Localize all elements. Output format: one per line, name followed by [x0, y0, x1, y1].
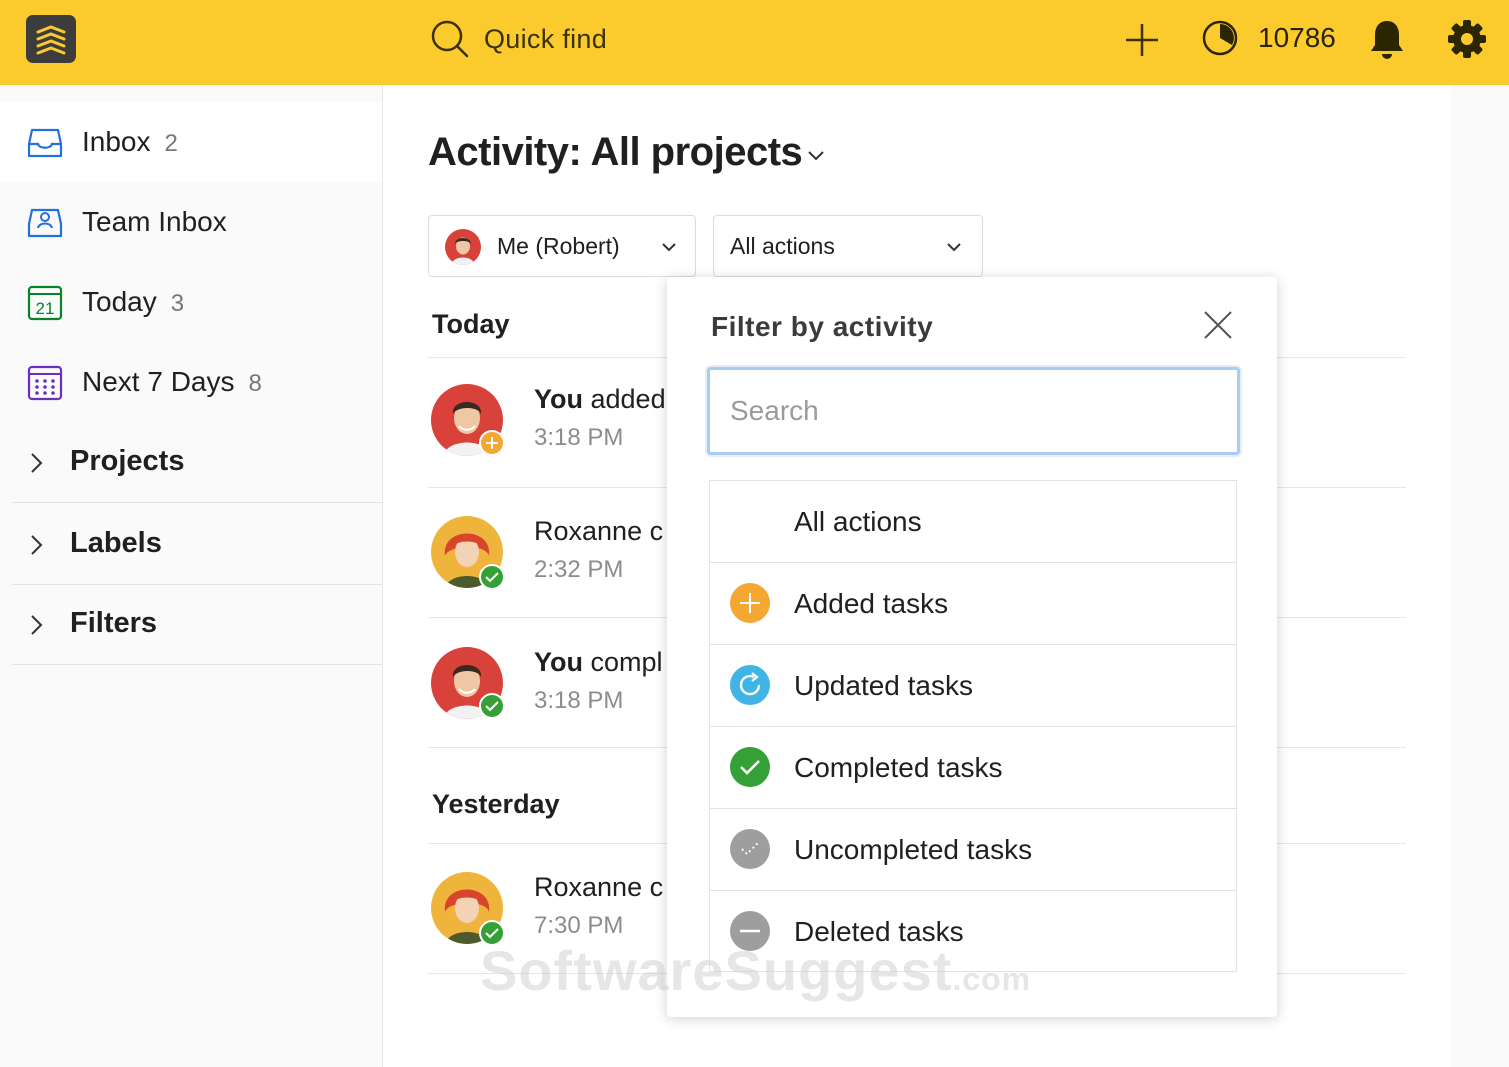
chevron-right-icon — [31, 615, 43, 635]
activity-text: Roxanne c — [534, 516, 664, 546]
option-label: All actions — [794, 506, 922, 537]
option-label: Completed tasks — [794, 752, 1003, 783]
sidebar: Inbox 2 Team Inbox 21 Today 3 Next 7 Days 8 — [0, 85, 383, 1067]
gear-icon — [1448, 20, 1486, 58]
option-completed-tasks[interactable]: Completed tasks — [710, 727, 1236, 809]
page-title: Activity: All projects — [428, 130, 803, 174]
sidebar-section-labels[interactable]: Labels — [12, 505, 382, 585]
bell-icon — [1371, 21, 1403, 59]
calendar-day-number: 21 — [36, 299, 55, 318]
sidebar-item-label: Team Inbox — [82, 206, 227, 237]
minus-circle-icon — [730, 911, 770, 951]
check-icon — [479, 920, 505, 946]
action-filter-value: All actions — [730, 233, 835, 259]
option-deleted-tasks[interactable]: Deleted tasks — [710, 891, 1236, 971]
option-label: Added tasks — [794, 588, 949, 619]
avatar — [445, 229, 481, 265]
right-gutter — [1451, 85, 1509, 1067]
option-added-tasks[interactable]: Added tasks — [710, 563, 1236, 645]
filter-by-activity-popover: Filter by activity All actions Added tas… — [667, 277, 1277, 1017]
sidebar-item-next-7-days[interactable]: Next 7 Days 8 — [0, 342, 382, 422]
activity-search-input[interactable] — [707, 367, 1240, 455]
sidebar-item-count: 8 — [248, 370, 262, 397]
activity-actor: You — [534, 647, 583, 677]
day-heading: Yesterday — [432, 789, 560, 819]
activity-text: Roxanne c — [534, 872, 664, 902]
refresh-circle-icon — [730, 665, 770, 705]
activity-item[interactable]: Roxanne c 2:32 PM — [428, 516, 668, 616]
popover-title: Filter by activity — [711, 311, 934, 342]
plus-icon — [479, 430, 505, 456]
app-logo-icon[interactable] — [26, 15, 76, 63]
activity-time: 3:18 PM — [534, 687, 624, 714]
plus-icon — [1126, 24, 1158, 56]
section-label: Labels — [70, 527, 162, 559]
option-updated-tasks[interactable]: Updated tasks — [710, 645, 1236, 727]
team-inbox-icon — [27, 208, 63, 238]
sidebar-item-label: Today — [82, 286, 157, 317]
sidebar-item-today[interactable]: 21 Today 3 — [0, 262, 382, 342]
check-circle-icon — [730, 747, 770, 787]
chevron-right-icon — [31, 453, 43, 473]
option-all-actions[interactable]: All actions — [710, 481, 1236, 563]
user-filter-dropdown[interactable]: Me (Robert) — [428, 215, 696, 277]
option-label: Uncompleted tasks — [794, 834, 1033, 865]
chevron-down-icon — [662, 243, 676, 252]
option-uncompleted-tasks[interactable]: Uncompleted tasks — [710, 809, 1236, 891]
activity-actor: You — [534, 384, 583, 414]
activity-item[interactable]: Roxanne c 7:30 PM — [428, 872, 668, 972]
chevron-down-icon[interactable] — [806, 146, 826, 166]
calendar-week-icon — [27, 365, 63, 401]
user-filter-value: Me (Robert) — [497, 233, 620, 259]
close-icon[interactable] — [1202, 309, 1234, 341]
sidebar-item-label: Inbox — [82, 126, 151, 157]
karma-icon — [1202, 20, 1238, 56]
chevron-right-icon — [31, 535, 43, 555]
add-task-button[interactable] — [1122, 20, 1162, 65]
quick-find[interactable]: Quick find — [430, 18, 607, 60]
day-heading: Today — [432, 309, 510, 339]
activity-text: compl — [583, 647, 663, 677]
sidebar-item-inbox[interactable]: Inbox 2 — [0, 102, 382, 182]
section-label: Filters — [70, 607, 158, 639]
option-label: Updated tasks — [794, 670, 973, 701]
activity-options-list: All actions Added tasks Updated tasks Co… — [709, 480, 1237, 972]
activity-time: 7:30 PM — [534, 912, 624, 939]
calendar-today-icon: 21 — [27, 285, 63, 321]
sidebar-item-team-inbox[interactable]: Team Inbox — [0, 182, 382, 262]
notifications-button[interactable] — [1368, 18, 1406, 65]
sidebar-section-filters[interactable]: Filters — [12, 585, 382, 665]
search-icon — [431, 20, 469, 58]
activity-time: 2:32 PM — [534, 556, 624, 583]
activity-time: 3:18 PM — [534, 424, 624, 451]
karma-button[interactable]: 10786 — [1200, 18, 1336, 58]
quick-find-label: Quick find — [484, 23, 608, 54]
top-bar: Quick find 10786 — [0, 0, 1509, 85]
activity-item[interactable]: You added 3:18 PM — [428, 384, 668, 484]
activity-item[interactable]: You compl 3:18 PM — [428, 647, 668, 747]
check-icon — [479, 564, 505, 590]
section-label: Projects — [70, 445, 185, 477]
sidebar-item-label: Next 7 Days — [82, 366, 235, 397]
option-label: Deleted tasks — [794, 916, 964, 947]
chevron-down-icon — [947, 243, 961, 252]
sidebar-item-count: 2 — [164, 130, 178, 157]
karma-count: 10786 — [1258, 22, 1336, 53]
sidebar-item-count: 3 — [170, 290, 185, 317]
inbox-icon — [27, 128, 63, 158]
sidebar-section-projects[interactable]: Projects — [12, 423, 382, 503]
settings-button[interactable] — [1446, 18, 1488, 65]
plus-circle-icon — [730, 583, 770, 623]
activity-text: added — [583, 384, 666, 414]
check-icon — [479, 693, 505, 719]
action-filter-dropdown[interactable]: All actions — [713, 215, 983, 277]
uncheck-circle-icon — [730, 829, 770, 869]
